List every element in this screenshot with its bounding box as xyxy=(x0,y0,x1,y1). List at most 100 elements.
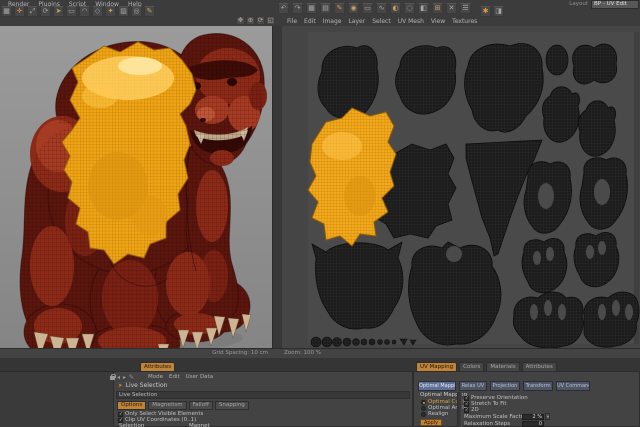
rotate-tool-icon[interactable]: ⟳ xyxy=(40,6,51,17)
checkbox-icon[interactable] xyxy=(118,412,123,417)
menu-mode[interactable]: Mode xyxy=(148,374,163,381)
pencil-icon[interactable]: ✎ xyxy=(334,3,345,14)
field-max-scale-input[interactable]: 2 % xyxy=(522,414,544,420)
grid-spacing-status: Grid Spacing: 10 cm xyxy=(0,349,268,358)
checkbox-icon[interactable] xyxy=(464,396,469,401)
tab-attributes-right[interactable]: Attributes xyxy=(522,362,557,371)
grid-snap-icon[interactable]: ⊞ xyxy=(432,3,443,14)
field-relax-steps-input[interactable]: 0 xyxy=(522,421,544,427)
undo-icon[interactable]: ↶ xyxy=(278,3,289,14)
menu-uv-mesh[interactable]: UV Mesh xyxy=(398,17,424,26)
dodge-icon[interactable]: ◐ xyxy=(390,3,401,14)
rotate-view-icon[interactable]: ⟳ xyxy=(256,16,265,25)
panel-divider[interactable] xyxy=(457,392,462,427)
eyedropper-icon[interactable]: ◎ xyxy=(131,6,142,17)
bottom-dock: Attributes UV Mapping Colors Materials A… xyxy=(0,358,640,427)
layer-list-icon[interactable]: ☰ xyxy=(460,3,471,14)
uv-islands xyxy=(282,26,640,348)
paint-brush-icon[interactable]: ✎ xyxy=(144,6,155,17)
field-label-relax-steps: Relaxation Steps xyxy=(464,421,510,427)
eraser-icon[interactable]: ▭ xyxy=(362,3,373,14)
menu-user-data[interactable]: User Data xyxy=(186,374,213,381)
uv-zoom-status: Zoom: 100 % xyxy=(284,349,321,358)
toggle-view-icon[interactable]: ◱ xyxy=(266,16,275,25)
menu-file[interactable]: File xyxy=(287,17,297,26)
lasso-selection-icon[interactable]: ◠ xyxy=(79,6,90,17)
magic-wand-icon[interactable]: ✦ xyxy=(105,6,116,17)
tab-uv-mapping[interactable]: UV Mapping xyxy=(416,362,457,371)
mirror-icon[interactable]: ◧ xyxy=(418,3,429,14)
live-selection-icon[interactable]: ➤ xyxy=(53,6,64,17)
texture-menubar: File Edit Image Layer Select UV Mesh Vie… xyxy=(287,17,477,26)
attribute-manager: ◂ ▸ ✎ Mode Edit User Data ➤ Live Selecti… xyxy=(113,371,413,427)
menu-view[interactable]: View xyxy=(431,17,445,26)
checkbox-icon[interactable] xyxy=(118,418,123,423)
tool-section-bar[interactable]: Live Selection xyxy=(116,391,410,399)
back-arrow-icon[interactable]: ◂ xyxy=(117,374,120,381)
tab-falloff[interactable]: Falloff xyxy=(189,401,213,410)
delete-icon[interactable]: ✕ xyxy=(446,3,457,14)
rectangle-selection-icon[interactable]: ▭ xyxy=(66,6,77,17)
polygon-selection-icon[interactable]: ◇ xyxy=(92,6,103,17)
checkbox-2d[interactable]: 2D xyxy=(464,407,479,413)
3d-viewport[interactable] xyxy=(0,26,272,348)
selection-group-title: Selection xyxy=(119,423,144,427)
spinner-max-scale[interactable] xyxy=(545,413,550,420)
tab-materials[interactable]: Materials xyxy=(486,362,519,371)
tab-attributes[interactable]: Attributes xyxy=(140,362,175,371)
checkbox-icon[interactable] xyxy=(464,402,469,407)
forward-arrow-icon[interactable]: ▸ xyxy=(123,374,126,381)
material-icon[interactable]: ◨ xyxy=(493,6,504,17)
layout-grid-icon[interactable]: ▦ xyxy=(1,6,12,17)
application-window: Render Plugins Script Window Help Layout… xyxy=(0,0,640,427)
texture-toolbar: ↶ ↷ ▦ ▤ ✎ ◉ ▭ ∿ ◐ ◌ ◧ ⊞ ✕ ☰ xyxy=(278,3,471,14)
button-projection[interactable]: Projection xyxy=(490,381,520,391)
uv-editor-canvas[interactable] xyxy=(282,26,640,348)
radio-realign[interactable]: Realign xyxy=(421,411,448,417)
uv-mode-buttons: Optimal Mapping Relax UV Projection Tran… xyxy=(418,381,590,391)
checkbox-icon[interactable] xyxy=(464,408,469,413)
clone-stamp-icon[interactable]: ◉ xyxy=(348,3,359,14)
redo-icon[interactable]: ↷ xyxy=(292,3,303,14)
field-label-max-scale: Maximum Scale Factor xyxy=(464,414,526,420)
radio-icon[interactable] xyxy=(421,400,426,405)
menu-textures[interactable]: Textures xyxy=(452,17,477,26)
tab-snapping[interactable]: Snapping xyxy=(215,401,249,410)
uv-mapping-panel: Optimal Mapping Relax UV Projection Tran… xyxy=(413,371,640,427)
scale-tool-icon[interactable]: ⤢ xyxy=(27,6,38,17)
smudge-icon[interactable]: ∿ xyxy=(376,3,387,14)
menu-layer[interactable]: Layer xyxy=(348,17,365,26)
tool-tabs: Options Magnetism Falloff Snapping xyxy=(117,401,249,410)
button-optimal-mapping[interactable]: Optimal Mapping xyxy=(418,381,456,391)
left-toolbar: ▦ ✛ ⤢ ⟳ ➤ ▭ ◠ ◇ ✦ ▨ ◎ ✎ xyxy=(1,6,155,17)
menu-image[interactable]: Image xyxy=(323,17,342,26)
move-tool-icon[interactable]: ✛ xyxy=(14,6,25,17)
lock-icon[interactable] xyxy=(110,374,115,380)
apply-button[interactable]: Apply xyxy=(420,419,442,426)
layout-dropdown[interactable]: BP - UV Edit xyxy=(591,0,639,9)
menu-edit[interactable]: Edit xyxy=(304,17,316,26)
menu-select[interactable]: Select xyxy=(372,17,391,26)
tab-options[interactable]: Options xyxy=(117,401,146,410)
menu-edit-attr[interactable]: Edit xyxy=(169,374,180,381)
pin-icon[interactable]: ✎ xyxy=(129,374,134,381)
checker-texture-icon[interactable]: ▦ xyxy=(306,3,317,14)
tab-magnetism[interactable]: Magnetism xyxy=(148,401,186,410)
tab-colors[interactable]: Colors xyxy=(459,362,484,371)
pan-view-icon[interactable]: ✥ xyxy=(236,16,245,25)
zoom-view-icon[interactable]: ⊕ xyxy=(246,16,255,25)
paint-wizard-icon[interactable]: ✱ xyxy=(480,6,491,17)
button-uv-commands[interactable]: UV Commands xyxy=(556,381,590,391)
texture-layers-icon[interactable]: ▤ xyxy=(320,3,331,14)
attribute-menubar: Mode Edit User Data xyxy=(148,374,213,381)
active-tool-row: ➤ Live Selection xyxy=(118,382,167,389)
button-transform[interactable]: Transform xyxy=(523,381,553,391)
radio-icon[interactable] xyxy=(421,412,426,417)
magnify-icon[interactable]: ◌ xyxy=(404,3,415,14)
button-relax-uv[interactable]: Relax UV xyxy=(459,381,487,391)
fill-tool-icon[interactable]: ▨ xyxy=(118,6,129,17)
layout-label: Layout xyxy=(569,0,588,9)
viewport-nav-icons: ✥ ⊕ ⟳ ◱ xyxy=(236,16,275,25)
right-toolbar: ✱ ◨ xyxy=(480,6,504,17)
radio-icon[interactable] xyxy=(421,406,426,411)
